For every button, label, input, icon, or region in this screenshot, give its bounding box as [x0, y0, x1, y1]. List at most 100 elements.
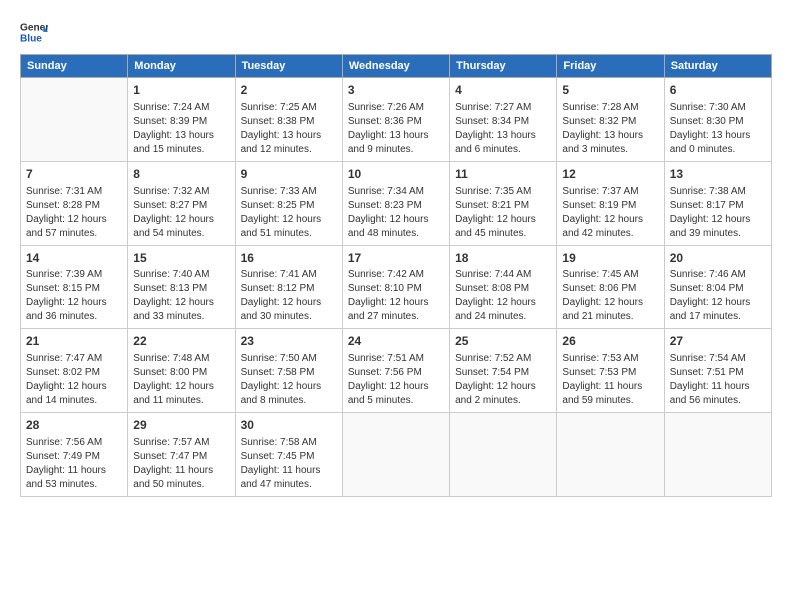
day-info: and 24 minutes. — [455, 310, 551, 324]
day-info: Sunset: 8:17 PM — [670, 199, 766, 213]
day-info: and 51 minutes. — [241, 227, 337, 241]
day-number: 16 — [241, 250, 337, 267]
week-row-4: 28Sunrise: 7:56 AMSunset: 7:49 PMDayligh… — [21, 413, 772, 497]
day-info: and 54 minutes. — [133, 227, 229, 241]
day-info: Daylight: 12 hours — [26, 213, 122, 227]
day-info: Sunrise: 7:28 AM — [562, 101, 658, 115]
day-cell: 14Sunrise: 7:39 AMSunset: 8:15 PMDayligh… — [21, 245, 128, 329]
header: General Blue — [20, 18, 772, 46]
day-info: Sunset: 8:02 PM — [26, 366, 122, 380]
day-info: Sunrise: 7:25 AM — [241, 101, 337, 115]
day-info: and 6 minutes. — [455, 143, 551, 157]
day-number: 12 — [562, 166, 658, 183]
day-number: 20 — [670, 250, 766, 267]
day-info: and 33 minutes. — [133, 310, 229, 324]
day-info: Sunset: 8:06 PM — [562, 282, 658, 296]
day-info: Daylight: 11 hours — [562, 380, 658, 394]
day-info: Daylight: 12 hours — [348, 380, 444, 394]
day-cell: 30Sunrise: 7:58 AMSunset: 7:45 PMDayligh… — [235, 413, 342, 497]
day-info: and 12 minutes. — [241, 143, 337, 157]
day-info: Sunset: 8:23 PM — [348, 199, 444, 213]
day-info: Sunrise: 7:52 AM — [455, 352, 551, 366]
day-cell: 5Sunrise: 7:28 AMSunset: 8:32 PMDaylight… — [557, 78, 664, 162]
day-info: Sunrise: 7:51 AM — [348, 352, 444, 366]
day-number: 19 — [562, 250, 658, 267]
day-info: Sunrise: 7:38 AM — [670, 185, 766, 199]
day-cell: 11Sunrise: 7:35 AMSunset: 8:21 PMDayligh… — [450, 161, 557, 245]
day-number: 7 — [26, 166, 122, 183]
day-number: 5 — [562, 82, 658, 99]
day-number: 26 — [562, 333, 658, 350]
day-number: 3 — [348, 82, 444, 99]
day-info: Daylight: 12 hours — [455, 380, 551, 394]
day-cell: 4Sunrise: 7:27 AMSunset: 8:34 PMDaylight… — [450, 78, 557, 162]
day-number: 8 — [133, 166, 229, 183]
day-cell — [21, 78, 128, 162]
day-info: and 59 minutes. — [562, 394, 658, 408]
day-info: Sunset: 8:30 PM — [670, 115, 766, 129]
day-number: 13 — [670, 166, 766, 183]
day-info: Daylight: 12 hours — [562, 296, 658, 310]
day-cell: 9Sunrise: 7:33 AMSunset: 8:25 PMDaylight… — [235, 161, 342, 245]
day-info: Daylight: 12 hours — [348, 213, 444, 227]
day-cell: 26Sunrise: 7:53 AMSunset: 7:53 PMDayligh… — [557, 329, 664, 413]
day-cell — [342, 413, 449, 497]
day-info: Sunset: 8:21 PM — [455, 199, 551, 213]
day-cell: 21Sunrise: 7:47 AMSunset: 8:02 PMDayligh… — [21, 329, 128, 413]
day-info: Daylight: 12 hours — [562, 213, 658, 227]
day-info: and 50 minutes. — [133, 478, 229, 492]
day-info: Sunrise: 7:32 AM — [133, 185, 229, 199]
header-cell-tuesday: Tuesday — [235, 55, 342, 78]
day-info: Daylight: 11 hours — [241, 464, 337, 478]
day-info: and 8 minutes. — [241, 394, 337, 408]
calendar-body: 1Sunrise: 7:24 AMSunset: 8:39 PMDaylight… — [21, 78, 772, 497]
header-cell-monday: Monday — [128, 55, 235, 78]
day-info: Sunset: 8:32 PM — [562, 115, 658, 129]
day-number: 9 — [241, 166, 337, 183]
day-number: 22 — [133, 333, 229, 350]
day-cell: 12Sunrise: 7:37 AMSunset: 8:19 PMDayligh… — [557, 161, 664, 245]
day-number: 29 — [133, 417, 229, 434]
day-cell — [557, 413, 664, 497]
day-number: 27 — [670, 333, 766, 350]
day-number: 14 — [26, 250, 122, 267]
week-row-0: 1Sunrise: 7:24 AMSunset: 8:39 PMDaylight… — [21, 78, 772, 162]
day-cell: 3Sunrise: 7:26 AMSunset: 8:36 PMDaylight… — [342, 78, 449, 162]
day-info: Sunset: 8:08 PM — [455, 282, 551, 296]
day-info: Sunrise: 7:34 AM — [348, 185, 444, 199]
day-info: Daylight: 12 hours — [241, 380, 337, 394]
day-info: Sunset: 8:04 PM — [670, 282, 766, 296]
day-number: 11 — [455, 166, 551, 183]
day-info: Daylight: 11 hours — [133, 464, 229, 478]
day-number: 23 — [241, 333, 337, 350]
day-number: 30 — [241, 417, 337, 434]
day-info: Sunrise: 7:40 AM — [133, 268, 229, 282]
day-info: Sunset: 7:54 PM — [455, 366, 551, 380]
day-info: Sunrise: 7:41 AM — [241, 268, 337, 282]
day-info: and 14 minutes. — [26, 394, 122, 408]
day-info: and 21 minutes. — [562, 310, 658, 324]
day-info: Sunrise: 7:30 AM — [670, 101, 766, 115]
header-row: SundayMondayTuesdayWednesdayThursdayFrid… — [21, 55, 772, 78]
day-info: Sunset: 8:27 PM — [133, 199, 229, 213]
day-number: 4 — [455, 82, 551, 99]
day-info: Sunset: 8:25 PM — [241, 199, 337, 213]
day-info: Sunset: 7:56 PM — [348, 366, 444, 380]
day-info: Daylight: 12 hours — [455, 296, 551, 310]
day-number: 18 — [455, 250, 551, 267]
day-cell: 13Sunrise: 7:38 AMSunset: 8:17 PMDayligh… — [664, 161, 771, 245]
day-info: Sunrise: 7:57 AM — [133, 436, 229, 450]
day-info: Daylight: 12 hours — [26, 296, 122, 310]
day-info: Daylight: 12 hours — [26, 380, 122, 394]
day-number: 2 — [241, 82, 337, 99]
day-info: Sunrise: 7:56 AM — [26, 436, 122, 450]
week-row-2: 14Sunrise: 7:39 AMSunset: 8:15 PMDayligh… — [21, 245, 772, 329]
day-info: and 45 minutes. — [455, 227, 551, 241]
day-info: Sunset: 7:45 PM — [241, 450, 337, 464]
day-cell — [450, 413, 557, 497]
day-cell: 25Sunrise: 7:52 AMSunset: 7:54 PMDayligh… — [450, 329, 557, 413]
day-cell: 23Sunrise: 7:50 AMSunset: 7:58 PMDayligh… — [235, 329, 342, 413]
day-cell: 10Sunrise: 7:34 AMSunset: 8:23 PMDayligh… — [342, 161, 449, 245]
day-info: Sunset: 8:12 PM — [241, 282, 337, 296]
day-number: 28 — [26, 417, 122, 434]
